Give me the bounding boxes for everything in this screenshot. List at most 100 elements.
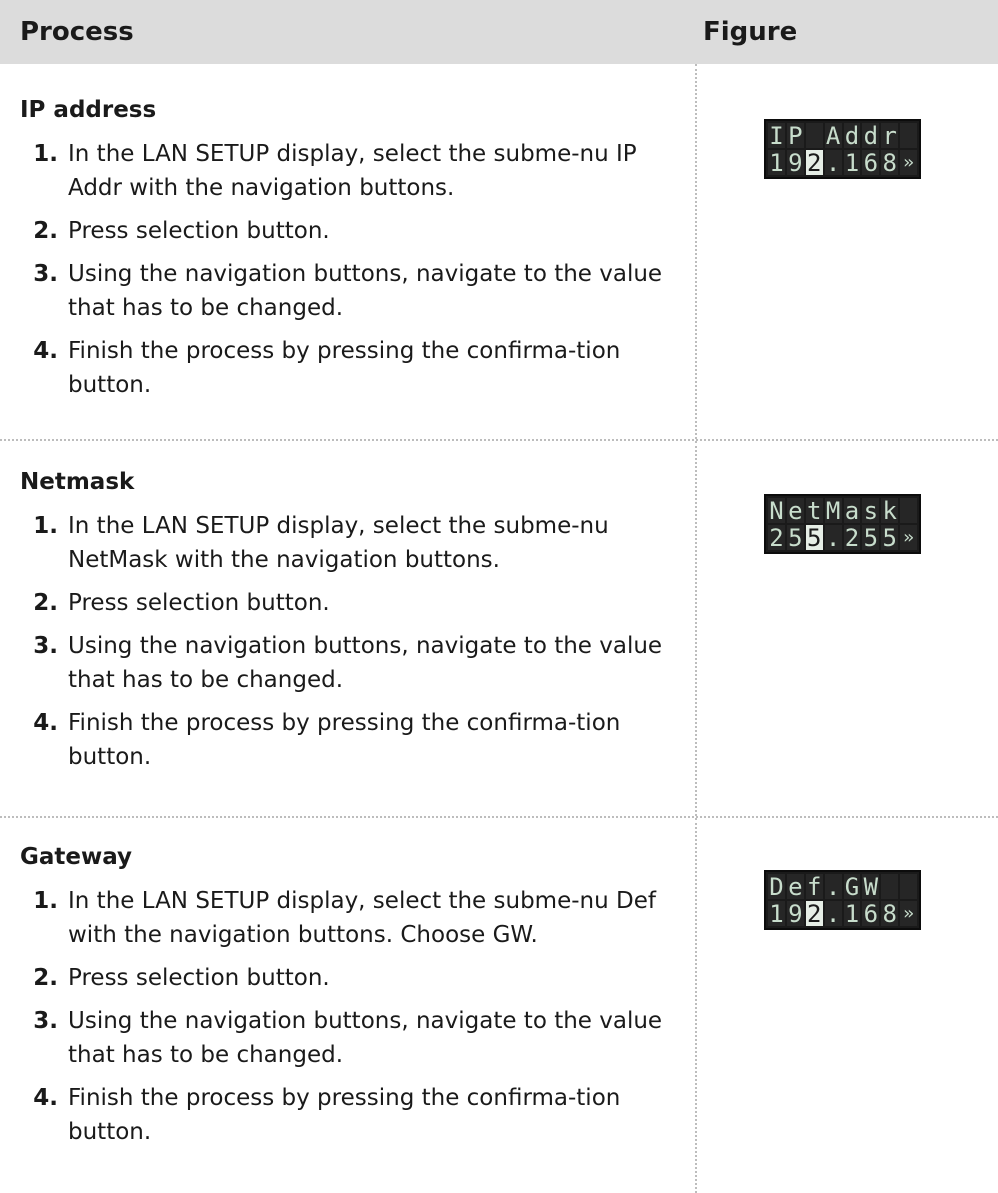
- step-number: 3.: [33, 1008, 58, 1034]
- step-text: Press selection button.: [68, 965, 330, 991]
- lcd-char: »: [900, 901, 917, 926]
- lcd-char: .: [824, 874, 842, 899]
- figure-cell: NetMask 2 5 5. 2 5 5»: [697, 441, 998, 816]
- lcd-char: 6: [862, 150, 880, 175]
- lcd-char: r: [881, 123, 899, 148]
- step-number: 3.: [33, 261, 58, 287]
- lcd-char: e: [786, 874, 804, 899]
- lcd-char: 8: [881, 901, 899, 926]
- list-item: 3. Using the navigation buttons, navigate…: [20, 257, 687, 325]
- lcd-display: NetMask 2 5 5. 2 5 5»: [764, 494, 921, 554]
- step-number: 2.: [33, 965, 58, 991]
- process-cell: Netmask 1. In the LAN SETUP display, sele…: [0, 441, 697, 816]
- lcd-char: A: [824, 123, 842, 148]
- list-item: 3. Using the navigation buttons, navigate…: [20, 1004, 687, 1072]
- step-text: Finish the process by pressing the confi…: [68, 710, 621, 770]
- section-ip-address: IP address 1. In the LAN SETUP display, s…: [0, 64, 998, 441]
- process-cell: Gateway 1. In the LAN SETUP display, sele…: [0, 818, 697, 1193]
- lcd-char: k: [881, 498, 899, 523]
- table-header: Process Figure: [0, 0, 998, 64]
- lcd-char: [900, 498, 917, 523]
- step-number: 4.: [33, 1085, 58, 1111]
- step-text: Finish the process by pressing the confi…: [68, 338, 621, 398]
- process-cell: IP address 1. In the LAN SETUP display, s…: [0, 64, 697, 439]
- figure-cell: Def.GW 1 9 2. 1 6 8»: [697, 818, 998, 1193]
- list-item: 2. Press selection button.: [20, 214, 687, 248]
- section-title: Netmask: [20, 469, 135, 495]
- lcd-char: W: [862, 874, 880, 899]
- step-number: 4.: [33, 338, 58, 364]
- lcd-char: 5: [862, 525, 880, 550]
- list-item: 1. In the LAN SETUP display, select the s…: [20, 137, 687, 205]
- list-item: 4. Finish the process by pressing the con…: [20, 1081, 687, 1149]
- list-item: 3. Using the navigation buttons, navigate…: [20, 629, 687, 697]
- list-item: 1. In the LAN SETUP display, select the s…: [20, 884, 687, 952]
- lcd-char: 9: [786, 901, 804, 926]
- header-process: Process: [20, 17, 134, 47]
- step-list: 1. In the LAN SETUP display, select the s…: [20, 137, 687, 402]
- lcd-char: s: [862, 498, 880, 523]
- step-number: 3.: [33, 633, 58, 659]
- step-number: 2.: [33, 590, 58, 616]
- lcd-char: [900, 123, 917, 148]
- lcd-char: d: [862, 123, 880, 148]
- step-text: Finish the process by pressing the confi…: [68, 1085, 621, 1145]
- figure-cell: IP Addr 1 9 2. 1 6 8»: [697, 64, 998, 439]
- lcd-char: f: [805, 874, 823, 899]
- section-title: Gateway: [20, 844, 133, 870]
- lcd-char: .: [824, 901, 842, 926]
- lcd-char: .: [824, 525, 842, 550]
- step-number: 1.: [33, 888, 58, 914]
- lcd-char: 6: [862, 901, 880, 926]
- lcd-char: 5: [881, 525, 899, 550]
- lcd-cursor-char: 2: [805, 150, 823, 175]
- lcd-char: I: [768, 123, 785, 148]
- step-text: Using the navigation buttons, navigate t…: [68, 261, 663, 321]
- lcd-char: [881, 874, 899, 899]
- list-item: 4. Finish the process by pressing the con…: [20, 334, 687, 402]
- lcd-char: P: [786, 123, 804, 148]
- lcd-char: »: [900, 525, 917, 550]
- lcd-display: IP Addr 1 9 2. 1 6 8»: [764, 119, 921, 179]
- lcd-char: a: [843, 498, 861, 523]
- lcd-char: 9: [786, 150, 804, 175]
- section-gateway: Gateway 1. In the LAN SETUP display, sele…: [0, 818, 998, 1193]
- lcd-char: .: [824, 150, 842, 175]
- step-text: Using the navigation buttons, navigate t…: [68, 633, 663, 693]
- list-item: 2. Press selection button.: [20, 586, 687, 620]
- step-number: 1.: [33, 141, 58, 167]
- lcd-char: 1: [768, 150, 785, 175]
- step-number: 4.: [33, 710, 58, 736]
- lcd-char: 8: [881, 150, 899, 175]
- header-figure: Figure: [703, 17, 798, 47]
- lcd-char: M: [824, 498, 842, 523]
- lcd-char: e: [786, 498, 804, 523]
- step-text: In the LAN SETUP display, select the sub…: [68, 513, 609, 573]
- lcd-char: D: [768, 874, 785, 899]
- step-text: Press selection button.: [68, 590, 330, 616]
- list-item: 2. Press selection button.: [20, 961, 687, 995]
- list-item: 4. Finish the process by pressing the con…: [20, 706, 687, 774]
- lcd-char: 1: [843, 901, 861, 926]
- step-number: 1.: [33, 513, 58, 539]
- step-list: 1. In the LAN SETUP display, select the s…: [20, 884, 687, 1149]
- step-text: Press selection button.: [68, 218, 330, 244]
- process-table: Process Figure IP address 1. In the LAN S…: [0, 0, 998, 1193]
- step-text: Using the navigation buttons, navigate t…: [68, 1008, 663, 1068]
- lcd-char: [805, 123, 823, 148]
- step-text: In the LAN SETUP display, select the sub…: [68, 888, 656, 948]
- lcd-char: »: [900, 150, 917, 175]
- lcd-char: N: [768, 498, 785, 523]
- section-netmask: Netmask 1. In the LAN SETUP display, sele…: [0, 441, 998, 818]
- step-text: In the LAN SETUP display, select the sub…: [68, 141, 637, 201]
- list-item: 1. In the LAN SETUP display, select the s…: [20, 509, 687, 577]
- lcd-char: 5: [786, 525, 804, 550]
- step-list: 1. In the LAN SETUP display, select the s…: [20, 509, 687, 774]
- lcd-cursor-char: 2: [805, 901, 823, 926]
- lcd-char: [900, 874, 917, 899]
- step-number: 2.: [33, 218, 58, 244]
- lcd-char: d: [843, 123, 861, 148]
- lcd-char: t: [805, 498, 823, 523]
- lcd-char: 2: [768, 525, 785, 550]
- lcd-char: G: [843, 874, 861, 899]
